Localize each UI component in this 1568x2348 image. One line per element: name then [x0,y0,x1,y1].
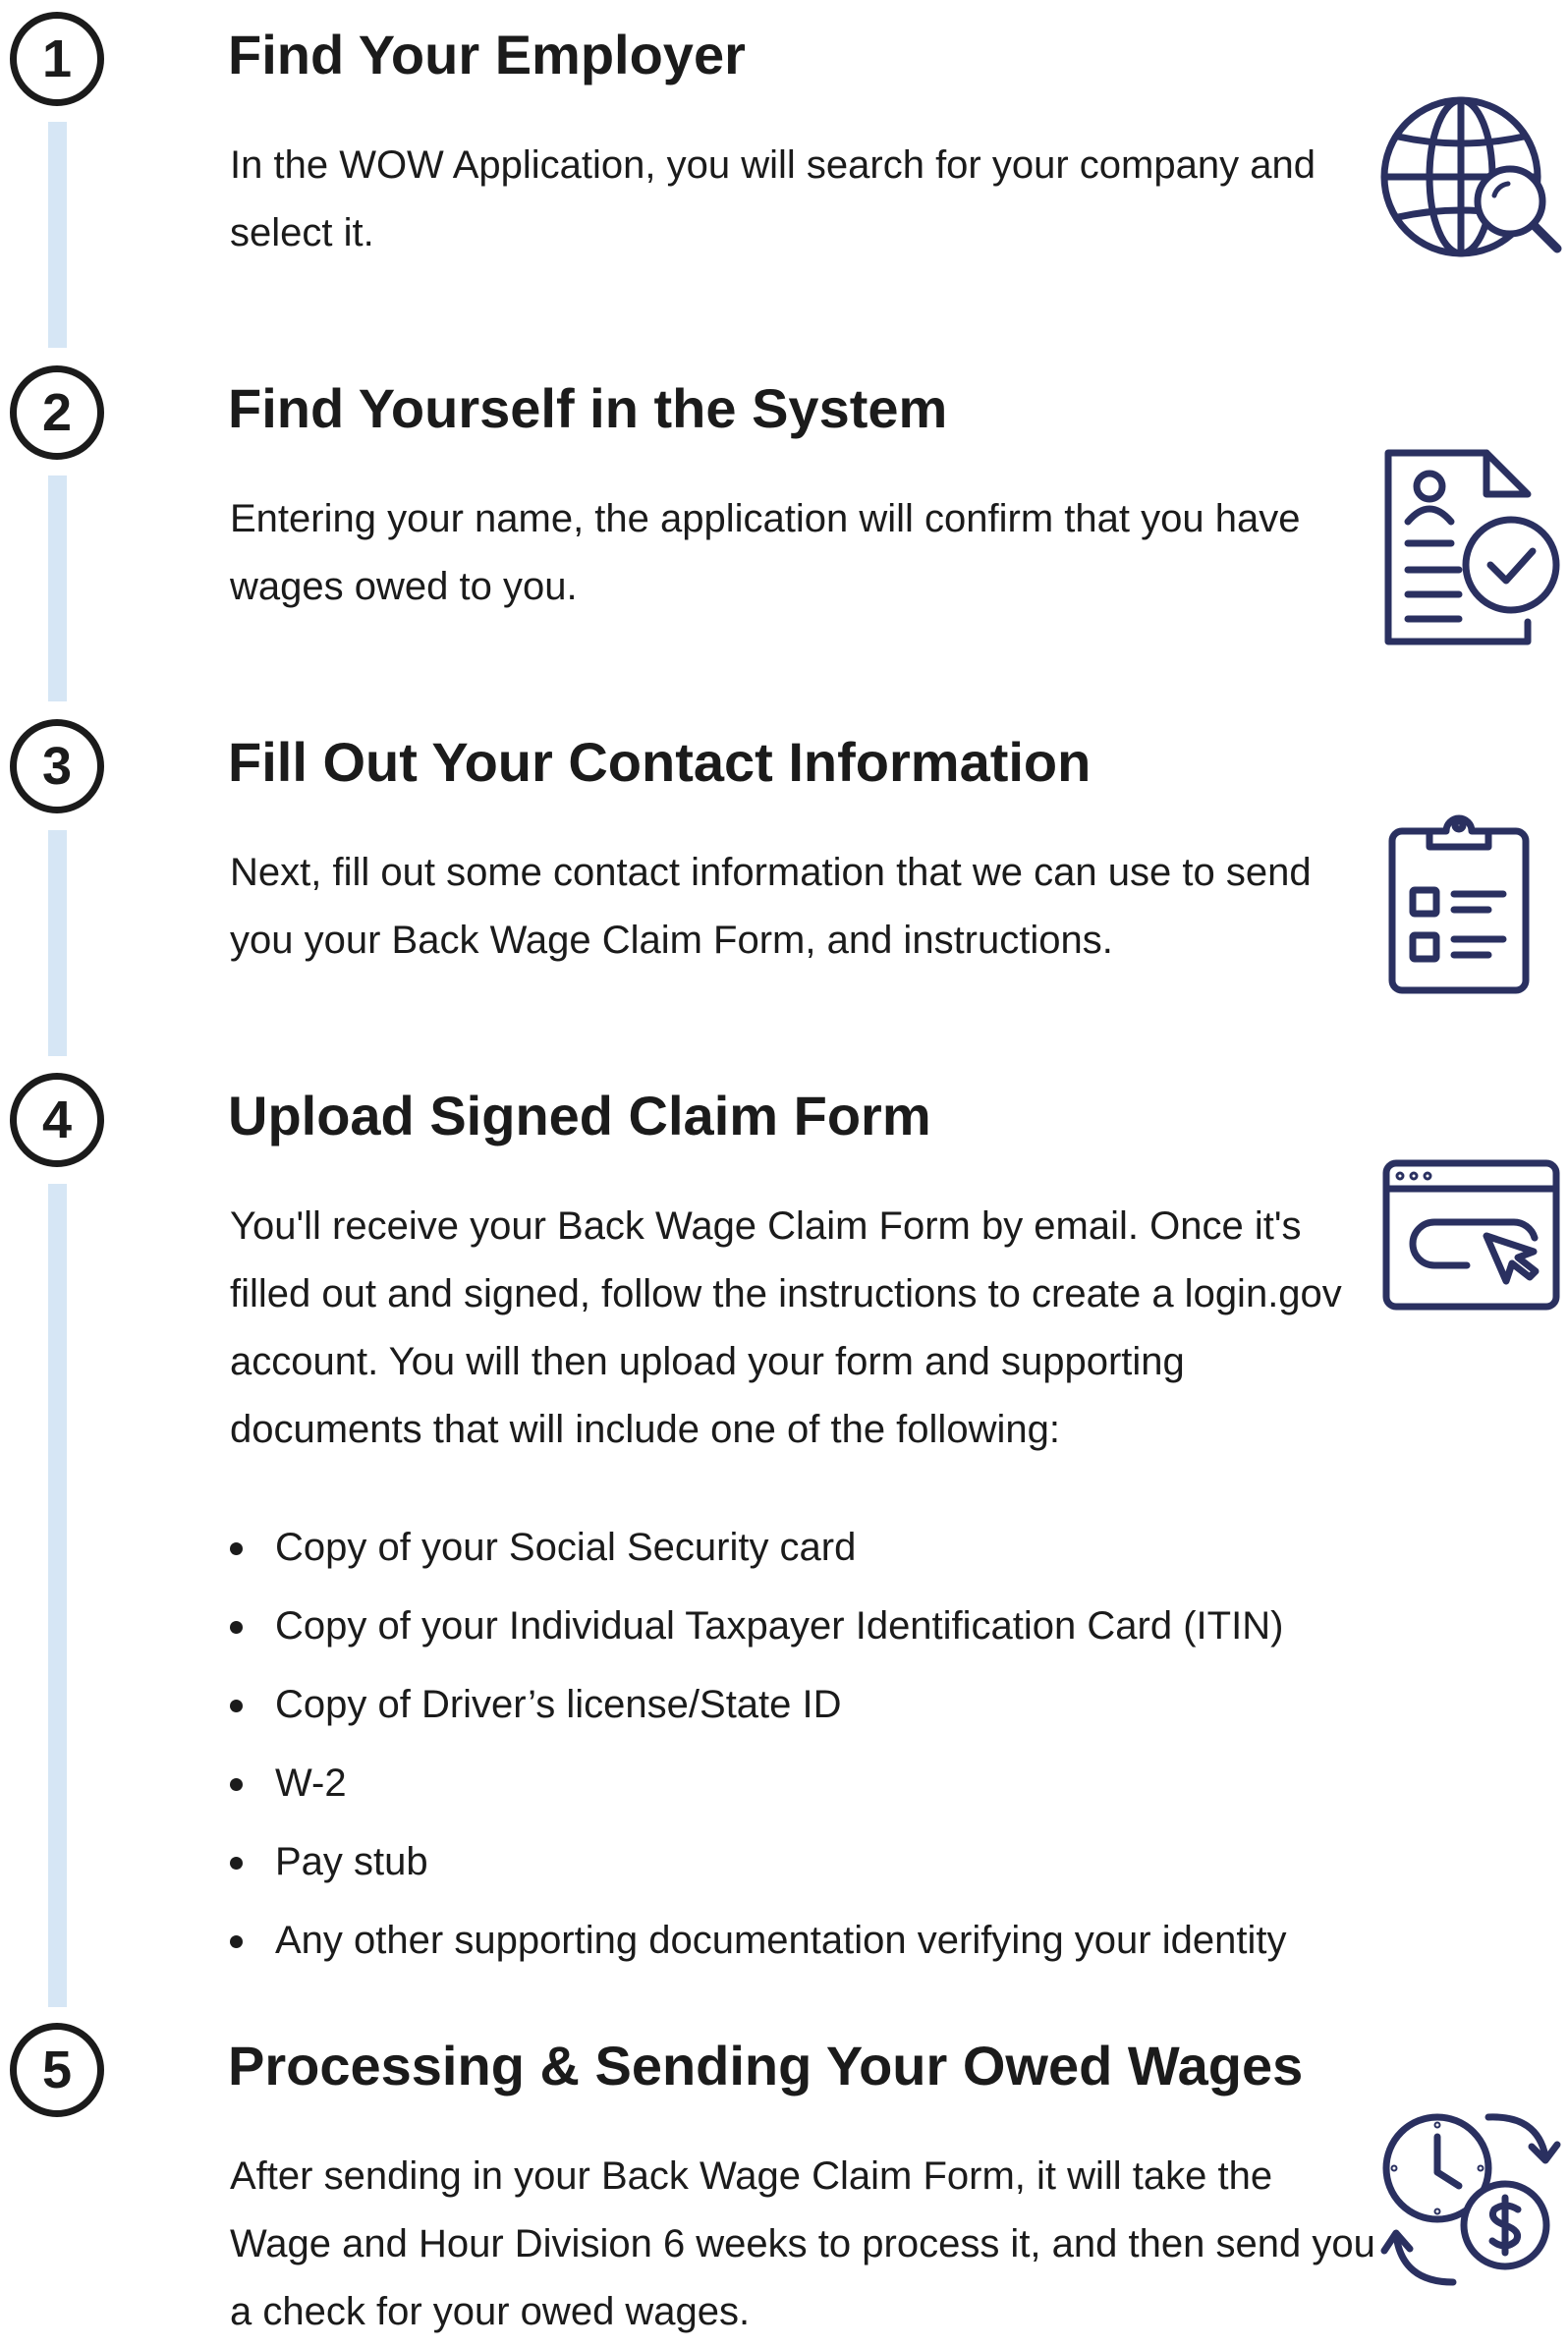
step-title: Fill Out Your Contact Information [228,731,1092,793]
step-number-badge: 2 [10,365,104,460]
list-item: Copy of Driver’s license/State ID [228,1665,1286,1744]
step-description: You'll receive your Back Wage Claim Form… [230,1204,1342,1451]
step-description: Next, fill out some contact information … [230,851,1312,962]
list-item: W-2 [228,1744,1286,1822]
step-number-badge: 3 [10,719,104,813]
step-number-badge: 5 [10,2023,104,2117]
list-item: Any other supporting documentation verif… [228,1901,1286,1980]
globe-search-icon [1380,93,1562,265]
step-number-badge: 4 [10,1073,104,1167]
step-description: After sending in your Back Wage Claim Fo… [230,2154,1375,2333]
step-title: Processing & Sending Your Owed Wages [228,2035,1304,2096]
timeline-connector [48,122,67,348]
step-title: Find Your Employer [228,24,746,85]
document-check-icon [1380,447,1562,648]
clipboard-checklist-icon [1385,806,1533,997]
timeline-connector [48,830,67,1056]
supporting-documents-list: Copy of your Social Security card Copy o… [228,1508,1286,1980]
timeline-connector [48,475,67,701]
list-item: Copy of your Individual Taxpayer Identif… [228,1587,1286,1665]
step-description: In the WOW Application, you will search … [230,143,1316,254]
list-item: Pay stub [228,1822,1286,1901]
clock-money-exchange-icon [1380,2107,1562,2289]
list-item: Copy of your Social Security card [228,1508,1286,1587]
step-title: Upload Signed Claim Form [228,1085,931,1146]
step-description: Entering your name, the application will… [230,497,1301,608]
timeline-connector [48,1184,67,2007]
step-title: Find Yourself in the System [228,377,948,439]
browser-click-icon [1380,1157,1562,1313]
step-number-badge: 1 [10,12,104,106]
